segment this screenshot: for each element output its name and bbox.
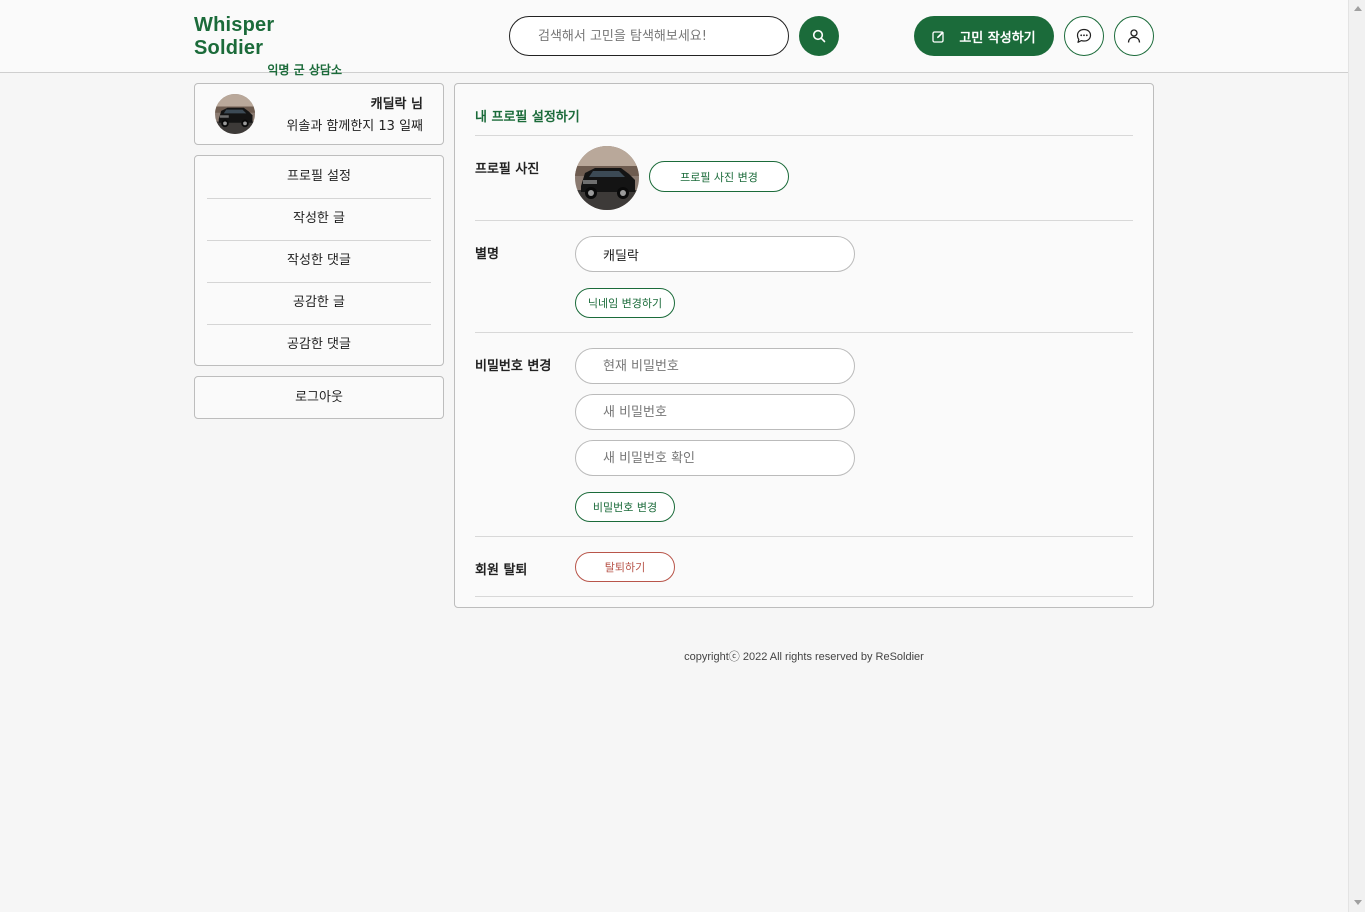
- vertical-scrollbar[interactable]: [1348, 0, 1365, 912]
- new-password-field[interactable]: [575, 394, 855, 430]
- top-header: Whisper Soldier 익명 군 상담소 고민 작성하기: [0, 0, 1348, 77]
- write-post-label: 고민 작성하기: [959, 30, 1036, 46]
- sidebar-item-profile-settings[interactable]: 프로필 설정: [207, 156, 431, 198]
- scroll-up-icon[interactable]: [1354, 6, 1362, 11]
- divider: [475, 135, 1133, 136]
- footer-copyright: copyrightⓒ 2022 All rights reserved by R…: [684, 651, 924, 663]
- nickname-field[interactable]: [575, 236, 855, 272]
- divider: [475, 332, 1133, 333]
- logo-title: Whisper Soldier: [194, 14, 275, 59]
- divider: [475, 220, 1133, 221]
- car-photo-icon: [575, 146, 639, 210]
- logo-subtitle: 익명 군 상담소: [267, 63, 342, 77]
- messages-button[interactable]: [1064, 16, 1104, 56]
- membership-days: 위솔과 함께한지 13 일째: [286, 119, 423, 134]
- withdraw-label: 회원 탈퇴: [475, 563, 528, 578]
- logo[interactable]: Whisper Soldier 익명 군 상담소: [194, 14, 344, 78]
- change-nickname-button[interactable]: 닉네임 변경하기: [575, 288, 675, 318]
- password-label: 비밀번호 변경: [475, 359, 552, 374]
- user-icon: [1127, 29, 1141, 43]
- confirm-password-field[interactable]: [575, 440, 855, 476]
- logout-button[interactable]: 로그아웃: [194, 376, 444, 419]
- search-input[interactable]: [509, 16, 789, 56]
- write-post-button[interactable]: 고민 작성하기: [914, 16, 1054, 56]
- page-title: 내 프로필 설정하기: [475, 110, 580, 125]
- divider: [475, 536, 1133, 537]
- scroll-down-icon[interactable]: [1354, 900, 1362, 905]
- current-password-field[interactable]: [575, 348, 855, 384]
- profile-settings-panel: 내 프로필 설정하기 프로필 사진 프로필 사진 변경 별명 닉네임 변경하기 …: [454, 83, 1154, 608]
- profile-button[interactable]: [1114, 16, 1154, 56]
- sidebar-item-my-posts[interactable]: 작성한 글: [207, 198, 431, 240]
- divider: [475, 596, 1133, 597]
- pencil-square-icon: [932, 30, 945, 43]
- car-photo-icon: [215, 94, 255, 134]
- profile-photo-label: 프로필 사진: [475, 162, 540, 177]
- avatar: [215, 94, 255, 134]
- withdraw-button[interactable]: 탈퇴하기: [575, 552, 675, 582]
- sidebar-menu: 프로필 설정 작성한 글 작성한 댓글 공감한 글 공감한 댓글: [194, 155, 444, 366]
- sidebar-item-liked-posts[interactable]: 공감한 글: [207, 282, 431, 324]
- profile-photo: [575, 146, 639, 210]
- nickname-label: 별명: [475, 247, 499, 262]
- chat-bubble-icon: [1076, 28, 1092, 43]
- sidebar-item-my-comments[interactable]: 작성한 댓글: [207, 240, 431, 282]
- user-nickname: 캐딜락 님: [370, 97, 423, 112]
- search-button[interactable]: [799, 16, 839, 56]
- search-icon: [812, 29, 826, 43]
- user-summary-card: 캐딜락 님 위솔과 함께한지 13 일째: [194, 83, 444, 145]
- sidebar-item-liked-comments[interactable]: 공감한 댓글: [207, 324, 431, 366]
- change-password-button[interactable]: 비밀번호 변경: [575, 492, 675, 522]
- change-photo-button[interactable]: 프로필 사진 변경: [649, 161, 789, 192]
